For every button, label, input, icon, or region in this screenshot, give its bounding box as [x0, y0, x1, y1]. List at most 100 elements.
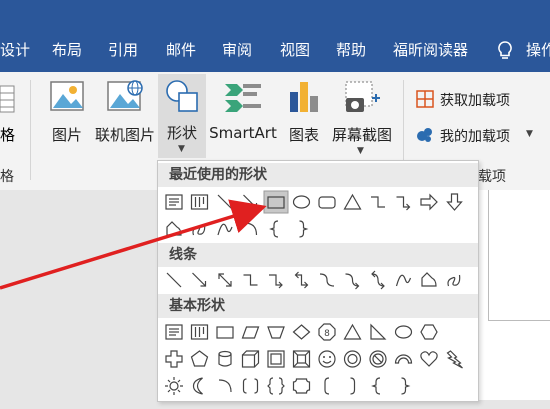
online-picture-label: 联机图片: [94, 126, 156, 144]
margin-marker: [488, 320, 550, 321]
basic-shapes-grid: 8: [165, 323, 463, 395]
arc-icon[interactable]: [218, 379, 232, 393]
elbow-arrow-connector-icon[interactable]: [396, 196, 411, 211]
tab-review[interactable]: 审阅: [222, 40, 252, 60]
octagon-icon[interactable]: 8: [318, 323, 336, 341]
rectangle-icon[interactable]: [263, 190, 289, 214]
vertical-text-box-icon[interactable]: [190, 194, 209, 210]
right-brace-icon[interactable]: [401, 377, 411, 395]
bevel-icon[interactable]: [292, 350, 311, 368]
no-symbol-icon[interactable]: [369, 350, 387, 368]
diamond-icon[interactable]: [292, 324, 311, 340]
block-arc-icon[interactable]: [394, 354, 413, 364]
right-brace-icon[interactable]: [299, 220, 309, 238]
addins-icon: [416, 126, 434, 148]
recent-shapes-grid: [165, 190, 463, 238]
down-arrow-icon[interactable]: [446, 193, 463, 211]
double-arrow-line-icon[interactable]: [218, 273, 232, 287]
tab-help[interactable]: 帮助: [336, 40, 366, 60]
parallelogram-icon[interactable]: [241, 326, 260, 339]
tab-references[interactable]: 引用: [108, 40, 138, 60]
freeform-icon[interactable]: [166, 221, 182, 236]
oval-icon[interactable]: [394, 325, 413, 339]
lightbulb-icon[interactable]: [496, 40, 514, 66]
lines-grid: [166, 270, 461, 290]
can-icon[interactable]: [218, 350, 232, 367]
rounded-rectangle-icon[interactable]: [318, 196, 336, 209]
moon-icon[interactable]: [192, 377, 203, 395]
elbow-double-arrow-connector-icon[interactable]: [294, 271, 309, 289]
curve-icon[interactable]: [395, 274, 412, 287]
elbow-arrow-connector-icon[interactable]: [269, 274, 283, 289]
text-box-icon[interactable]: [165, 194, 183, 210]
line-icon[interactable]: [166, 272, 182, 288]
vertical-text-box-icon[interactable]: [190, 324, 209, 340]
trapezoid-icon[interactable]: [267, 326, 285, 339]
heart-icon[interactable]: [420, 351, 438, 367]
margin-marker: [488, 190, 489, 320]
double-brace-icon[interactable]: [267, 377, 285, 395]
rectangle-icon[interactable]: [216, 326, 234, 339]
arrow-line-icon[interactable]: [243, 194, 258, 209]
curved-connector-icon[interactable]: [319, 273, 335, 287]
chart-button[interactable]: 图表: [282, 76, 326, 146]
text-box-icon[interactable]: [165, 324, 183, 340]
picture-label: 图片: [51, 126, 83, 144]
screenshot-button[interactable]: 屏幕截图 ▼: [328, 76, 396, 160]
curve-icon[interactable]: [217, 223, 233, 236]
elbow-connector-icon[interactable]: [243, 274, 258, 286]
curved-arrow-connector-icon[interactable]: [345, 273, 360, 290]
basic-shapes-header: 基本形状: [158, 294, 478, 318]
triangle-icon[interactable]: [343, 193, 362, 210]
lines-header: 线条: [158, 243, 478, 267]
arrow-line-icon[interactable]: [192, 272, 207, 287]
shapes-label: 形状: [166, 124, 198, 142]
scribble-icon[interactable]: [192, 223, 206, 236]
smartart-button[interactable]: SmartArt: [208, 76, 278, 146]
screenshot-label: 屏幕截图: [331, 126, 393, 144]
oval-icon[interactable]: [292, 195, 311, 209]
left-brace-icon[interactable]: [371, 377, 381, 395]
tab-design[interactable]: 设计: [0, 40, 30, 60]
online-picture-button[interactable]: 联机图片: [94, 76, 156, 146]
chevron-down-icon: ▼: [178, 144, 185, 154]
triangle-icon[interactable]: [343, 323, 362, 340]
line-icon[interactable]: [217, 194, 233, 210]
right-triangle-icon[interactable]: [370, 323, 387, 340]
double-bracket-icon[interactable]: [242, 378, 259, 394]
left-brace-icon[interactable]: [269, 220, 279, 238]
lightning-icon[interactable]: [446, 350, 463, 369]
right-bracket-icon[interactable]: [350, 377, 356, 395]
picture-button[interactable]: 图片: [44, 76, 90, 146]
my-addins-button[interactable]: 我的加载项 ▼: [416, 124, 546, 148]
plaque-icon[interactable]: [292, 378, 311, 394]
sun-icon[interactable]: [165, 377, 183, 395]
get-addins-label: 获取加载项: [440, 93, 510, 109]
hexagon-icon[interactable]: [420, 324, 438, 340]
smiley-icon[interactable]: [318, 350, 336, 368]
tab-mailings[interactable]: 邮件: [166, 40, 196, 60]
freeform-icon[interactable]: [421, 272, 437, 287]
shapes-button[interactable]: 形状 ▼: [158, 74, 206, 158]
cube-icon[interactable]: [241, 350, 260, 368]
ribbon-tab-bar: 设计 布局 引用 邮件 审阅 视图 帮助 福昕阅读器 操作: [0, 0, 550, 72]
picture-icon: [50, 81, 84, 111]
right-arrow-icon[interactable]: [420, 193, 438, 211]
tab-tell-me[interactable]: 操作: [526, 40, 550, 60]
curved-double-arrow-connector-icon[interactable]: [371, 270, 385, 290]
smartart-icon: [225, 84, 261, 112]
donut-icon[interactable]: [343, 350, 362, 368]
table-button[interactable]: 格: [0, 76, 22, 146]
frame-icon[interactable]: [267, 350, 285, 368]
tab-view[interactable]: 视图: [280, 40, 310, 60]
arc-icon[interactable]: [244, 222, 258, 236]
cross-icon[interactable]: [165, 350, 183, 368]
scribble-icon[interactable]: [447, 274, 461, 287]
tab-layout[interactable]: 布局: [52, 40, 82, 60]
shapes-gallery-dropdown: 最近使用的形状 线条 基本形状 8: [157, 160, 479, 402]
pentagon-icon[interactable]: [190, 350, 209, 367]
get-addins-button[interactable]: 获取加载项: [416, 88, 546, 112]
tab-foxit-reader[interactable]: 福昕阅读器: [393, 40, 468, 60]
left-bracket-icon[interactable]: [324, 377, 330, 395]
elbow-connector-icon[interactable]: [371, 196, 385, 208]
